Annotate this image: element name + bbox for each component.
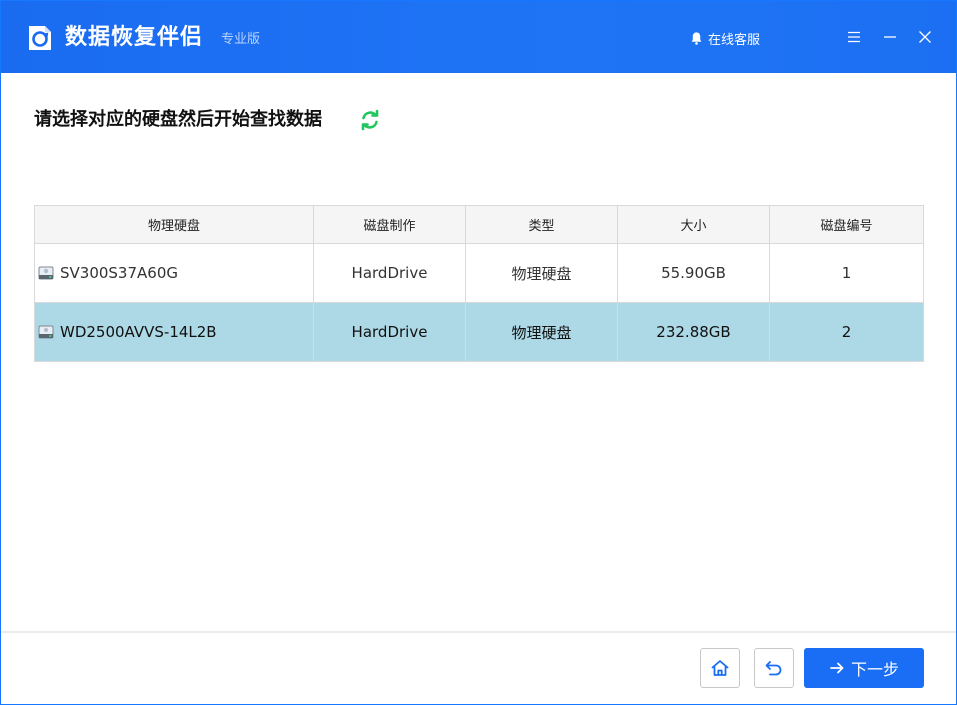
home-button[interactable] [700, 648, 740, 688]
table-row-selected[interactable]: WD2500AVVS-14L2B HardDrive 物理硬盘 232.88GB… [35, 303, 923, 362]
disk-name: SV300S37A60G [60, 264, 178, 282]
home-icon [711, 660, 729, 676]
column-header-maker: 磁盘制作 [314, 206, 466, 243]
disk-type: 物理硬盘 [466, 303, 618, 361]
support-label: 在线客服 [708, 32, 761, 48]
refresh-icon[interactable] [359, 109, 381, 131]
hard-disk-icon [38, 266, 54, 280]
page-title: 请选择对应的硬盘然后开始查找数据 [34, 109, 322, 130]
next-step-label: 下一步 [850, 660, 899, 679]
disk-number: 1 [841, 264, 852, 282]
next-step-button[interactable]: 下一步 [804, 648, 924, 688]
table-header: 物理硬盘 磁盘制作 类型 大小 磁盘编号 [35, 206, 923, 244]
column-header-type: 类型 [466, 206, 618, 243]
close-icon [919, 31, 931, 43]
minimize-icon [884, 36, 896, 38]
edition-label: 专业版 [221, 32, 261, 47]
app-title: 数据恢复伴侣 [65, 25, 204, 50]
disk-maker: HardDrive [314, 244, 466, 302]
arrow-right-icon [830, 662, 844, 674]
app-window: 数据恢复伴侣 专业版 在线客服 请选择对应的硬盘然后开始查找数据 物理硬盘 磁盘… [0, 0, 957, 705]
disk-name: WD2500AVVS-14L2B [60, 323, 217, 341]
minimize-button[interactable] [880, 27, 900, 47]
back-button[interactable] [754, 648, 794, 688]
disk-type: 物理硬盘 [466, 244, 618, 302]
online-support-link[interactable]: 在线客服 [689, 28, 760, 48]
disk-size: 232.88GB [618, 303, 770, 361]
app-logo-icon [29, 26, 51, 50]
disk-name-cell: WD2500AVVS-14L2B [35, 303, 314, 361]
close-button[interactable] [915, 27, 935, 47]
column-header-number: 磁盘编号 [820, 219, 873, 234]
table-row[interactable]: SV300S37A60G HardDrive 物理硬盘 55.90GB 1 [35, 244, 923, 303]
disk-size: 55.90GB [618, 244, 770, 302]
hamburger-menu-icon [848, 31, 860, 43]
disk-table: 物理硬盘 磁盘制作 类型 大小 磁盘编号 SV300S37A60G HardDr… [34, 205, 924, 362]
column-header-size: 大小 [618, 206, 770, 243]
hard-disk-icon [38, 325, 54, 339]
bell-icon [691, 31, 702, 45]
undo-icon [765, 661, 782, 676]
column-header-disk: 物理硬盘 [35, 206, 314, 243]
disk-maker: HardDrive [314, 303, 466, 361]
title-bar: 数据恢复伴侣 专业版 在线客服 [1, 1, 956, 73]
disk-number: 2 [841, 323, 852, 341]
disk-name-cell: SV300S37A60G [35, 244, 314, 302]
menu-button[interactable] [844, 27, 864, 47]
footer-divider [1, 631, 956, 633]
